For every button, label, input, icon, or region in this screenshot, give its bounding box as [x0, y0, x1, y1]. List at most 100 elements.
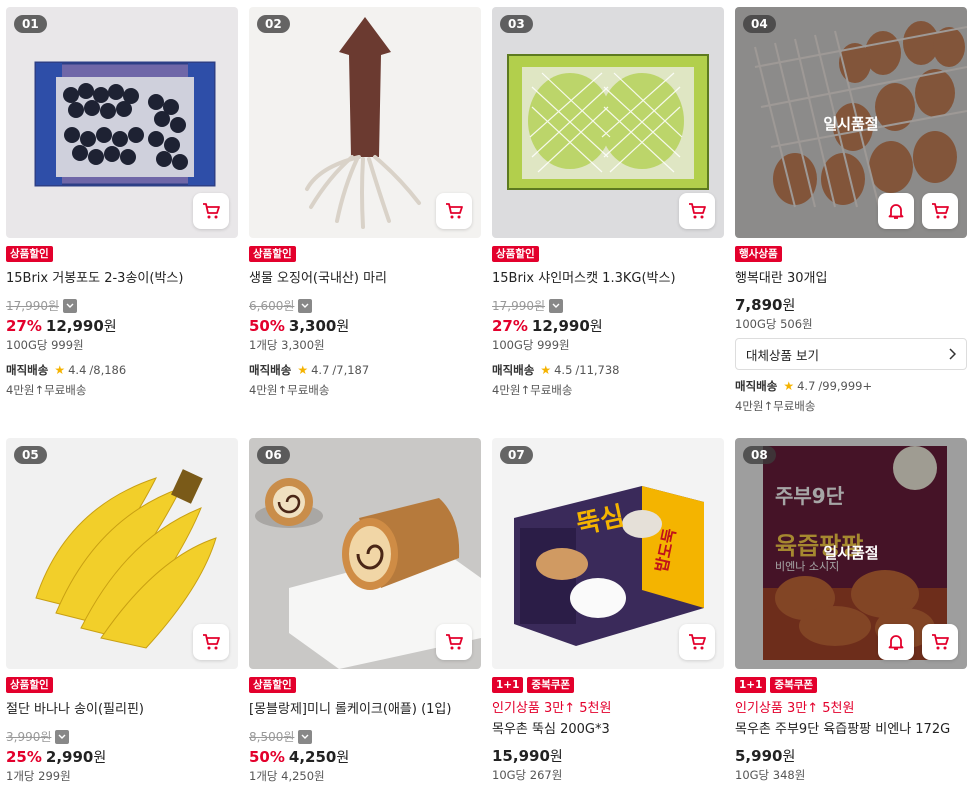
product-card-04[interactable]: 일시품절 04 행사상품 행복대란 30개입 7,890원 100G당 506원…: [735, 7, 967, 414]
rank-badge: 04: [743, 15, 776, 33]
chevron-down-icon: [58, 734, 66, 739]
cart-icon: [932, 203, 949, 219]
product-image-ttuksim[interactable]: 뚝심 밥도둑 07: [492, 438, 724, 669]
rating-row: 매직배송 ★ 4.7/7,187: [249, 362, 481, 378]
product-name[interactable]: 15Brix 거봉포도 2-3송이(박스): [6, 267, 238, 286]
add-to-cart-button[interactable]: [922, 193, 958, 229]
currency-unit: 원: [782, 749, 796, 765]
delivery-type: 매직배송: [735, 379, 778, 393]
promo-text: 인기상품 3만↑ 5천원: [492, 701, 612, 716]
product-card-01[interactable]: 01 상품할인 15Brix 거봉포도 2-3송이(박스) 17,990원 27…: [6, 7, 238, 398]
price-info-button[interactable]: [63, 298, 78, 313]
star-icon: ★: [783, 379, 795, 393]
product-name[interactable]: 절단 바나나 송이(필리핀): [6, 698, 238, 717]
unit-price: 1개당 4,250원: [249, 769, 325, 783]
product-card-07[interactable]: 뚝심 밥도둑 07 1+1 중복쿠폰 인기상품 3만↑ 5천원 목우촌 뚝심 20…: [492, 438, 724, 783]
currency-unit: 원: [782, 298, 796, 314]
original-price-row: 17,990원: [492, 297, 724, 314]
product-name[interactable]: 15Brix 샤인머스캣 1.3KG(박스): [492, 267, 724, 286]
product-image-roll-cake[interactable]: 06: [249, 438, 481, 669]
rating-score: 4.7: [797, 379, 816, 393]
alternative-products-button[interactable]: 대체상품 보기: [735, 338, 967, 370]
original-price-row: 3,990원: [6, 728, 238, 745]
currency-unit: 원: [336, 319, 350, 335]
unit-price: 10G당 348원: [735, 768, 806, 782]
add-to-cart-button[interactable]: [922, 624, 958, 660]
badge-list: 행사상품: [735, 246, 967, 262]
product-card-05[interactable]: 05 상품할인 절단 바나나 송이(필리핀) 3,990원 25% 2,990원 …: [6, 438, 238, 784]
product-image-vienna-sausage[interactable]: 주부9단 육즙팡팡 비엔나 소시지 일시품절 08: [735, 438, 967, 669]
currency-unit: 원: [336, 750, 350, 766]
price-info-button[interactable]: [55, 729, 70, 744]
add-to-cart-button[interactable]: [679, 193, 715, 229]
original-price: 3,990원: [6, 730, 52, 744]
original-price: 17,990원: [6, 299, 60, 313]
product-name[interactable]: 목우촌 뚝심 200G*3: [492, 718, 724, 737]
rank-badge: 06: [257, 446, 290, 464]
product-name[interactable]: 생물 오징어(국내산) 마리: [249, 267, 481, 286]
cart-icon: [446, 634, 463, 650]
soldout-label: 일시품절: [823, 544, 879, 562]
cart-icon: [203, 634, 220, 650]
price-row: 50% 3,300원: [249, 316, 481, 336]
product-image-banana[interactable]: 05: [6, 438, 238, 669]
restock-alert-button[interactable]: [878, 193, 914, 229]
add-to-cart-button[interactable]: [436, 624, 472, 660]
soldout-label: 일시품절: [823, 115, 879, 133]
rank-badge: 05: [14, 446, 47, 464]
price-row: 27% 12,990원: [6, 316, 238, 336]
currency-unit: 원: [103, 319, 117, 335]
badge-list: 상품할인: [249, 677, 481, 693]
rating-row: 매직배송 ★ 4.5/11,738: [492, 362, 724, 378]
rating-score: 4.4: [68, 363, 87, 377]
unit-price: 100G당 999원: [492, 338, 570, 352]
product-card-06[interactable]: 06 상품할인 [몽블랑제]미니 롤케이크(애플) (1입) 8,500원 50…: [249, 438, 481, 784]
product-card-02[interactable]: 02 상품할인 생물 오징어(국내산) 마리 6,600원 50% 3,300원 …: [249, 7, 481, 398]
add-to-cart-button[interactable]: [193, 193, 229, 229]
bell-icon: [888, 204, 904, 219]
product-image-shine-muscat[interactable]: 03: [492, 7, 724, 238]
discount-badge: 상품할인: [492, 246, 539, 262]
product-name[interactable]: 행복대란 30개입: [735, 267, 967, 286]
sale-price: 15,990: [492, 747, 550, 765]
badge-list: 상품할인: [6, 677, 238, 693]
add-to-cart-button[interactable]: [436, 193, 472, 229]
product-card-03[interactable]: 03 상품할인 15Brix 샤인머스캣 1.3KG(박스) 17,990원 2…: [492, 7, 724, 398]
review-count: /7,187: [332, 363, 370, 377]
product-name[interactable]: [몽블랑제]미니 롤케이크(애플) (1입): [249, 698, 481, 717]
unit-price: 1개당 299원: [6, 769, 71, 783]
price-info-button[interactable]: [298, 298, 313, 313]
product-image-grapes[interactable]: 01: [6, 7, 238, 238]
rank-badge: 02: [257, 15, 290, 33]
product-image-squid[interactable]: 02: [249, 7, 481, 238]
discount-badge: 상품할인: [6, 677, 53, 693]
discount-rate: 50%: [249, 748, 285, 766]
rating-score: 4.5: [554, 363, 573, 377]
sale-price: 7,890: [735, 296, 783, 314]
unit-price: 1개당 3,300원: [249, 338, 325, 352]
product-card-08[interactable]: 주부9단 육즙팡팡 비엔나 소시지 일시품절 08 1+1 중복쿠폰 인기상품 3…: [735, 438, 967, 783]
chevron-right-icon: [949, 348, 956, 360]
product-name[interactable]: 목우촌 주부9단 육즙팡팡 비엔나 172G: [735, 718, 967, 737]
discount-rate: 25%: [6, 748, 42, 766]
chevron-down-icon: [66, 303, 74, 308]
price-info-button[interactable]: [549, 298, 564, 313]
cart-icon: [689, 203, 706, 219]
delivery-type: 매직배송: [492, 363, 535, 377]
rating-score: 4.7: [311, 363, 330, 377]
price-row: 25% 2,990원: [6, 747, 238, 767]
price-info-button[interactable]: [298, 729, 313, 744]
add-to-cart-button[interactable]: [193, 624, 229, 660]
product-image-eggs[interactable]: 일시품절 04: [735, 7, 967, 238]
restock-alert-button[interactable]: [878, 624, 914, 660]
discount-badge: 상품할인: [249, 677, 296, 693]
price-row: 5,990원: [735, 746, 967, 766]
currency-unit: 원: [589, 319, 603, 335]
coupon-badge: 중복쿠폰: [527, 677, 575, 693]
original-price: 17,990원: [492, 299, 546, 313]
price-row: 15,990원: [492, 746, 724, 766]
sale-price: 2,990: [45, 748, 94, 766]
rank-badge: 08: [743, 446, 776, 464]
sale-price: 5,990: [735, 747, 783, 765]
add-to-cart-button[interactable]: [679, 624, 715, 660]
